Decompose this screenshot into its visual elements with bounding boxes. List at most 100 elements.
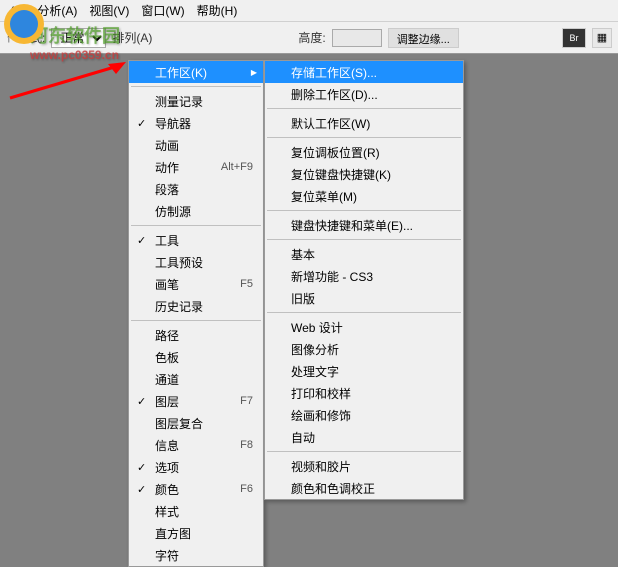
menu-shortcut: F5 bbox=[240, 278, 253, 290]
menu-item[interactable]: 键盘快捷键和菜单(E)... bbox=[265, 214, 463, 236]
height-input[interactable] bbox=[332, 29, 382, 47]
menu-item-label: 直方图 bbox=[155, 525, 191, 542]
menu-item[interactable]: 新增功能 - CS3 bbox=[265, 265, 463, 287]
menu-item-label: 颜色和色调校正 bbox=[291, 480, 375, 497]
menu-item[interactable]: 动画 bbox=[129, 134, 263, 156]
style-select[interactable]: 正常 bbox=[51, 28, 106, 48]
menu-item-label: 视频和胶片 bbox=[291, 458, 351, 475]
check-icon: ✓ bbox=[137, 234, 146, 247]
menu-item-label: 字符 bbox=[155, 547, 179, 564]
menu-shortcut: Alt+F9 bbox=[221, 161, 253, 173]
workspace-submenu: 存储工作区(S)... 删除工作区(D)... 默认工作区(W) 复位调板位置(R) 复… bbox=[264, 60, 464, 500]
menu-item[interactable]: 色板 bbox=[129, 346, 263, 368]
menu-separator bbox=[267, 210, 461, 211]
menu-item[interactable]: 段落 bbox=[129, 178, 263, 200]
menu-item-label: 测量记录 bbox=[155, 93, 203, 110]
menu-item[interactable]: 工作区(K) bbox=[129, 61, 263, 83]
menu-separator bbox=[131, 225, 261, 226]
bridge-icon[interactable]: Br bbox=[562, 28, 586, 48]
menu-item[interactable]: 绘画和修饰 bbox=[265, 404, 463, 426]
menu-item[interactable]: 处理文字 bbox=[265, 360, 463, 382]
menu-item-label: 复位键盘快捷键(K) bbox=[291, 166, 391, 183]
menu-item-label: 画笔 bbox=[155, 276, 179, 293]
menu-view[interactable]: 视图(V) bbox=[83, 0, 135, 21]
menu-item[interactable]: 路径 bbox=[129, 324, 263, 346]
menu-item-label: 历史记录 bbox=[155, 298, 203, 315]
menu-item[interactable]: 信息F8 bbox=[129, 434, 263, 456]
adjust-edges-button[interactable]: 调整边缘... bbox=[388, 28, 459, 48]
menu-item-label: Web 设计 bbox=[291, 319, 343, 336]
menu-item-label: 通道 bbox=[155, 371, 179, 388]
menu-item[interactable]: 复位键盘快捷键(K) bbox=[265, 163, 463, 185]
menu-item[interactable]: ✓图层F7 bbox=[129, 390, 263, 412]
menu-item[interactable]: 旧版 bbox=[265, 287, 463, 309]
menu-item[interactable]: 动作 Alt+F9 bbox=[129, 156, 263, 178]
menu-window[interactable]: 窗口(W) bbox=[135, 0, 190, 21]
menu-separator bbox=[267, 108, 461, 109]
menu-item[interactable]: 自动 bbox=[265, 426, 463, 448]
menu-t[interactable]: (T) bbox=[4, 2, 31, 20]
menu-item[interactable]: 样式 bbox=[129, 500, 263, 522]
menu-item-label: 复位调板位置(R) bbox=[291, 144, 380, 161]
menu-item-label: 色板 bbox=[155, 349, 179, 366]
menu-item[interactable]: 画笔 F5 bbox=[129, 273, 263, 295]
menu-item[interactable]: 删除工作区(D)... bbox=[265, 83, 463, 105]
menu-item[interactable]: ✓选项 bbox=[129, 456, 263, 478]
height-label: 高度: bbox=[298, 29, 325, 46]
menu-item[interactable]: 默认工作区(W) bbox=[265, 112, 463, 134]
menu-item-label: 图层复合 bbox=[155, 415, 203, 432]
menu-item-label: 删除工作区(D)... bbox=[291, 86, 378, 103]
menu-item-label: 绘画和修饰 bbox=[291, 407, 351, 424]
menu-item[interactable]: 视频和胶片 bbox=[265, 455, 463, 477]
sort-label[interactable]: 排列(A) bbox=[112, 29, 152, 46]
menu-item-label: 动作 bbox=[155, 159, 179, 176]
menu-item[interactable]: 图层复合 bbox=[129, 412, 263, 434]
menu-item[interactable]: Web 设计 bbox=[265, 316, 463, 338]
menu-item-label: 自动 bbox=[291, 429, 315, 446]
menu-item[interactable]: 测量记录 bbox=[129, 90, 263, 112]
menu-item[interactable]: 复位调板位置(R) bbox=[265, 141, 463, 163]
menu-item-label: 段落 bbox=[155, 181, 179, 198]
menu-item[interactable]: 图像分析 bbox=[265, 338, 463, 360]
menu-item-label: 仿制源 bbox=[155, 203, 191, 220]
menu-item-label: 工作区(K) bbox=[155, 64, 207, 81]
menu-analyze[interactable]: 分析(A) bbox=[31, 0, 83, 21]
menu-item[interactable]: 存储工作区(S)... bbox=[265, 61, 463, 83]
menu-help[interactable]: 帮助(H) bbox=[191, 0, 244, 21]
window-menu: 工作区(K) 测量记录 ✓ 导航器动画动作 Alt+F9 段落仿制源 ✓工具工具预设画笔 F5… bbox=[128, 60, 264, 567]
menu-separator bbox=[267, 137, 461, 138]
menu-item-label: 基本 bbox=[291, 246, 315, 263]
menu-item-label: 存储工作区(S)... bbox=[291, 64, 377, 81]
menu-item[interactable]: 复位菜单(M) bbox=[265, 185, 463, 207]
menu-item-label: 默认工作区(W) bbox=[291, 115, 370, 132]
menu-item[interactable]: 颜色和色调校正 bbox=[265, 477, 463, 499]
menu-item-label: 动画 bbox=[155, 137, 179, 154]
menu-item-label: 新增功能 - CS3 bbox=[291, 268, 373, 285]
menu-shortcut: F6 bbox=[240, 483, 253, 495]
menu-item-label: 导航器 bbox=[155, 115, 191, 132]
menu-separator bbox=[131, 320, 261, 321]
menu-item[interactable]: 直方图 bbox=[129, 522, 263, 544]
menu-item[interactable]: 历史记录 bbox=[129, 295, 263, 317]
menu-item-label: 处理文字 bbox=[291, 363, 339, 380]
menu-item[interactable]: ✓ 导航器 bbox=[129, 112, 263, 134]
menu-item[interactable]: 工具预设 bbox=[129, 251, 263, 273]
menu-item[interactable]: 通道 bbox=[129, 368, 263, 390]
menu-item[interactable]: ✓颜色F6 bbox=[129, 478, 263, 500]
menu-item[interactable]: 基本 bbox=[265, 243, 463, 265]
menu-shortcut: F7 bbox=[240, 395, 253, 407]
menu-item-label: 选项 bbox=[155, 459, 179, 476]
menu-item[interactable]: 字符 bbox=[129, 544, 263, 566]
menu-item-label: 复位菜单(M) bbox=[291, 188, 357, 205]
grid-icon[interactable]: ▦ bbox=[592, 28, 612, 48]
check-icon: ✓ bbox=[137, 395, 146, 408]
menu-item[interactable]: 打印和校样 bbox=[265, 382, 463, 404]
check-icon: ✓ bbox=[137, 483, 146, 496]
menu-item-label: 图像分析 bbox=[291, 341, 339, 358]
check-icon: ✓ bbox=[137, 117, 146, 130]
menu-separator bbox=[267, 312, 461, 313]
menu-separator bbox=[267, 451, 461, 452]
menu-separator bbox=[131, 86, 261, 87]
menu-item[interactable]: 仿制源 bbox=[129, 200, 263, 222]
menu-item[interactable]: ✓工具 bbox=[129, 229, 263, 251]
